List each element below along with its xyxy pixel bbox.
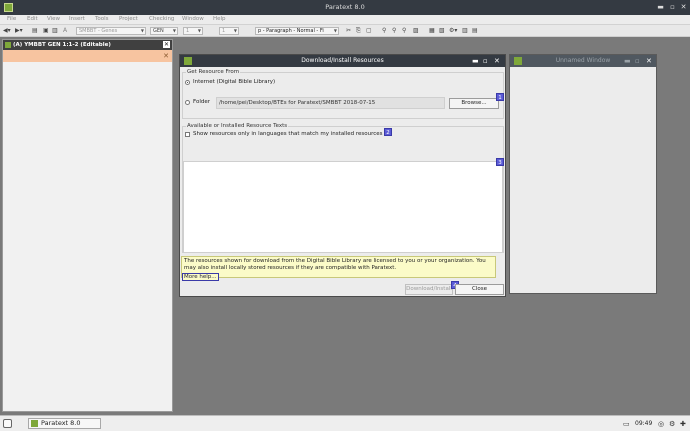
radio-folder[interactable] bbox=[185, 100, 190, 105]
menu-window[interactable]: Window bbox=[182, 16, 204, 22]
open-icon[interactable]: ▤ bbox=[32, 27, 38, 35]
window-icon[interactable]: ▧ bbox=[439, 27, 445, 35]
cut-icon[interactable]: ✂ bbox=[346, 27, 351, 35]
clock: 09:49 bbox=[635, 420, 653, 427]
project-combo[interactable]: SMBBT - Genes ▼ bbox=[76, 27, 146, 35]
callout-badge-2: 2 bbox=[384, 128, 392, 136]
chevron-down-icon: ▼ bbox=[140, 28, 144, 33]
menu-bar: File Edit View Insert Tools Project Chec… bbox=[0, 15, 690, 25]
browse-button[interactable]: Browse... bbox=[449, 98, 499, 109]
settings-icon[interactable]: ⚙▾ bbox=[449, 27, 457, 35]
taskbar-app-button[interactable]: Paratext 8.0 bbox=[28, 418, 101, 429]
find-next-icon[interactable]: ⚲ bbox=[392, 27, 396, 35]
paratext-logo-icon bbox=[31, 420, 38, 427]
maximize-icon[interactable]: ▫ bbox=[668, 3, 677, 12]
find-icon[interactable]: ⚲ bbox=[382, 27, 386, 35]
app-titlebar: Paratext 8.0 ▬ ▫ ✕ bbox=[0, 0, 690, 15]
close-icon[interactable]: ✕ bbox=[163, 41, 170, 48]
menu-project[interactable]: Project bbox=[119, 16, 138, 22]
project-icon bbox=[5, 42, 11, 48]
menu-view[interactable]: View bbox=[47, 16, 60, 22]
paratext-logo-icon bbox=[514, 57, 522, 65]
menu-tools[interactable]: Tools bbox=[95, 16, 109, 22]
app-title: Paratext 8.0 bbox=[325, 3, 365, 11]
menu-edit[interactable]: Edit bbox=[27, 16, 38, 22]
download-install-dialog: Download/Install Resources ▬ ▫ ✕ Get Res… bbox=[179, 54, 506, 297]
close-icon[interactable]: ✕ bbox=[494, 56, 500, 66]
copy-icon[interactable]: ⎘ bbox=[356, 27, 361, 35]
chevron-down-icon: ▼ bbox=[197, 28, 201, 33]
close-icon[interactable]: ✕ bbox=[646, 56, 652, 66]
close-button[interactable]: Close bbox=[455, 284, 504, 295]
radio-internet[interactable] bbox=[185, 80, 190, 85]
unnamed-window-titlebar: Unnamed Window ▬ ▫ ✕ bbox=[510, 55, 656, 67]
font-size-label[interactable]: A bbox=[63, 27, 67, 35]
power-icon[interactable]: ◎ bbox=[658, 420, 664, 428]
print-icon[interactable]: ▥ bbox=[52, 27, 58, 35]
replace-icon[interactable]: ⚲ bbox=[402, 27, 406, 35]
menu-help[interactable]: Help bbox=[213, 16, 226, 22]
chapter-combo[interactable]: 1 ▼ bbox=[183, 27, 203, 35]
main-toolbar: ◀▾ ▶▾ ▤ ▣ ▥ A SMBBT - Genes ▼ GEN ▼ 1 ▼ 1 ▼ … bbox=[0, 25, 690, 37]
back-icon[interactable]: ◀▾ bbox=[3, 27, 11, 35]
save-icon[interactable]: ▣ bbox=[43, 27, 49, 35]
layout-icon[interactable]: ▥ bbox=[462, 27, 468, 35]
radio-folder-label: Folder bbox=[193, 99, 210, 105]
available-resources-label: Available or Installed Resource Texts bbox=[186, 123, 289, 129]
filter-checkbox[interactable] bbox=[185, 132, 190, 137]
paratext-logo-icon bbox=[184, 57, 192, 65]
add-icon[interactable]: ✚ bbox=[680, 420, 686, 428]
get-resource-label: Get Resource From bbox=[186, 69, 241, 75]
minimize-icon[interactable]: ▬ bbox=[656, 3, 665, 12]
resource-list[interactable] bbox=[183, 161, 503, 253]
filter-checkbox-label: Show resources only in languages that ma… bbox=[193, 131, 383, 137]
more-help-link[interactable]: More help... bbox=[182, 273, 219, 281]
chevron-down-icon: ▼ bbox=[233, 28, 237, 33]
notes-icon[interactable]: ▦ bbox=[429, 27, 435, 35]
forward-icon[interactable]: ▶▾ bbox=[15, 27, 23, 35]
project-panel-title: (A) YMBBT GEN 1:1-2 (Editable) ✕ bbox=[3, 40, 172, 50]
style-combo[interactable]: p - Paragraph - Normal - Fi ▼ bbox=[255, 27, 339, 35]
settings-icon[interactable]: ⚙ bbox=[669, 420, 675, 428]
start-menu-icon[interactable] bbox=[3, 419, 12, 428]
menu-insert[interactable]: Insert bbox=[69, 16, 85, 22]
menu-checking[interactable]: Checking bbox=[149, 16, 174, 22]
unnamed-window: Unnamed Window ▬ ▫ ✕ bbox=[509, 54, 657, 294]
maximize-icon[interactable]: ▫ bbox=[635, 56, 640, 66]
spell-icon[interactable]: ▨ bbox=[413, 27, 419, 35]
layout2-icon[interactable]: ▤ bbox=[472, 27, 478, 35]
callout-badge-1: 1 bbox=[496, 93, 504, 101]
chevron-down-icon: ▼ bbox=[172, 28, 176, 33]
maximize-icon[interactable]: ▫ bbox=[483, 56, 488, 66]
close-icon[interactable]: ✕ bbox=[163, 52, 169, 60]
close-icon[interactable]: ✕ bbox=[679, 3, 688, 12]
folder-path-field[interactable]: /home/pei/Desktop/BTEs for Paratext/SMBB… bbox=[216, 97, 445, 109]
license-info-box: The resources shown for download from th… bbox=[181, 256, 496, 278]
chevron-down-icon: ▼ bbox=[333, 28, 337, 33]
download-install-button[interactable]: Download/Install bbox=[405, 284, 453, 295]
book-combo[interactable]: GEN ▼ bbox=[150, 27, 178, 35]
taskbar: Paratext 8.0 ▭ 09:49 ◎ ⚙ ✚ bbox=[0, 415, 690, 431]
verse-combo[interactable]: 1 ▼ bbox=[219, 27, 239, 35]
project-panel: (A) YMBBT GEN 1:1-2 (Editable) ✕ ✕ bbox=[2, 39, 173, 412]
minimize-icon[interactable]: ▬ bbox=[472, 56, 479, 66]
callout-badge-3: 3 bbox=[496, 158, 504, 166]
notification-icon[interactable]: ▭ bbox=[623, 420, 630, 428]
dialog-titlebar: Download/Install Resources ▬ ▫ ✕ bbox=[180, 55, 505, 67]
paste-icon[interactable]: ▢ bbox=[366, 27, 372, 35]
minimize-icon[interactable]: ▬ bbox=[624, 56, 631, 66]
radio-internet-label: Internet (Digital Bible Library) bbox=[193, 79, 276, 85]
menu-file[interactable]: File bbox=[7, 16, 16, 22]
notification-bar: ✕ bbox=[3, 50, 172, 62]
